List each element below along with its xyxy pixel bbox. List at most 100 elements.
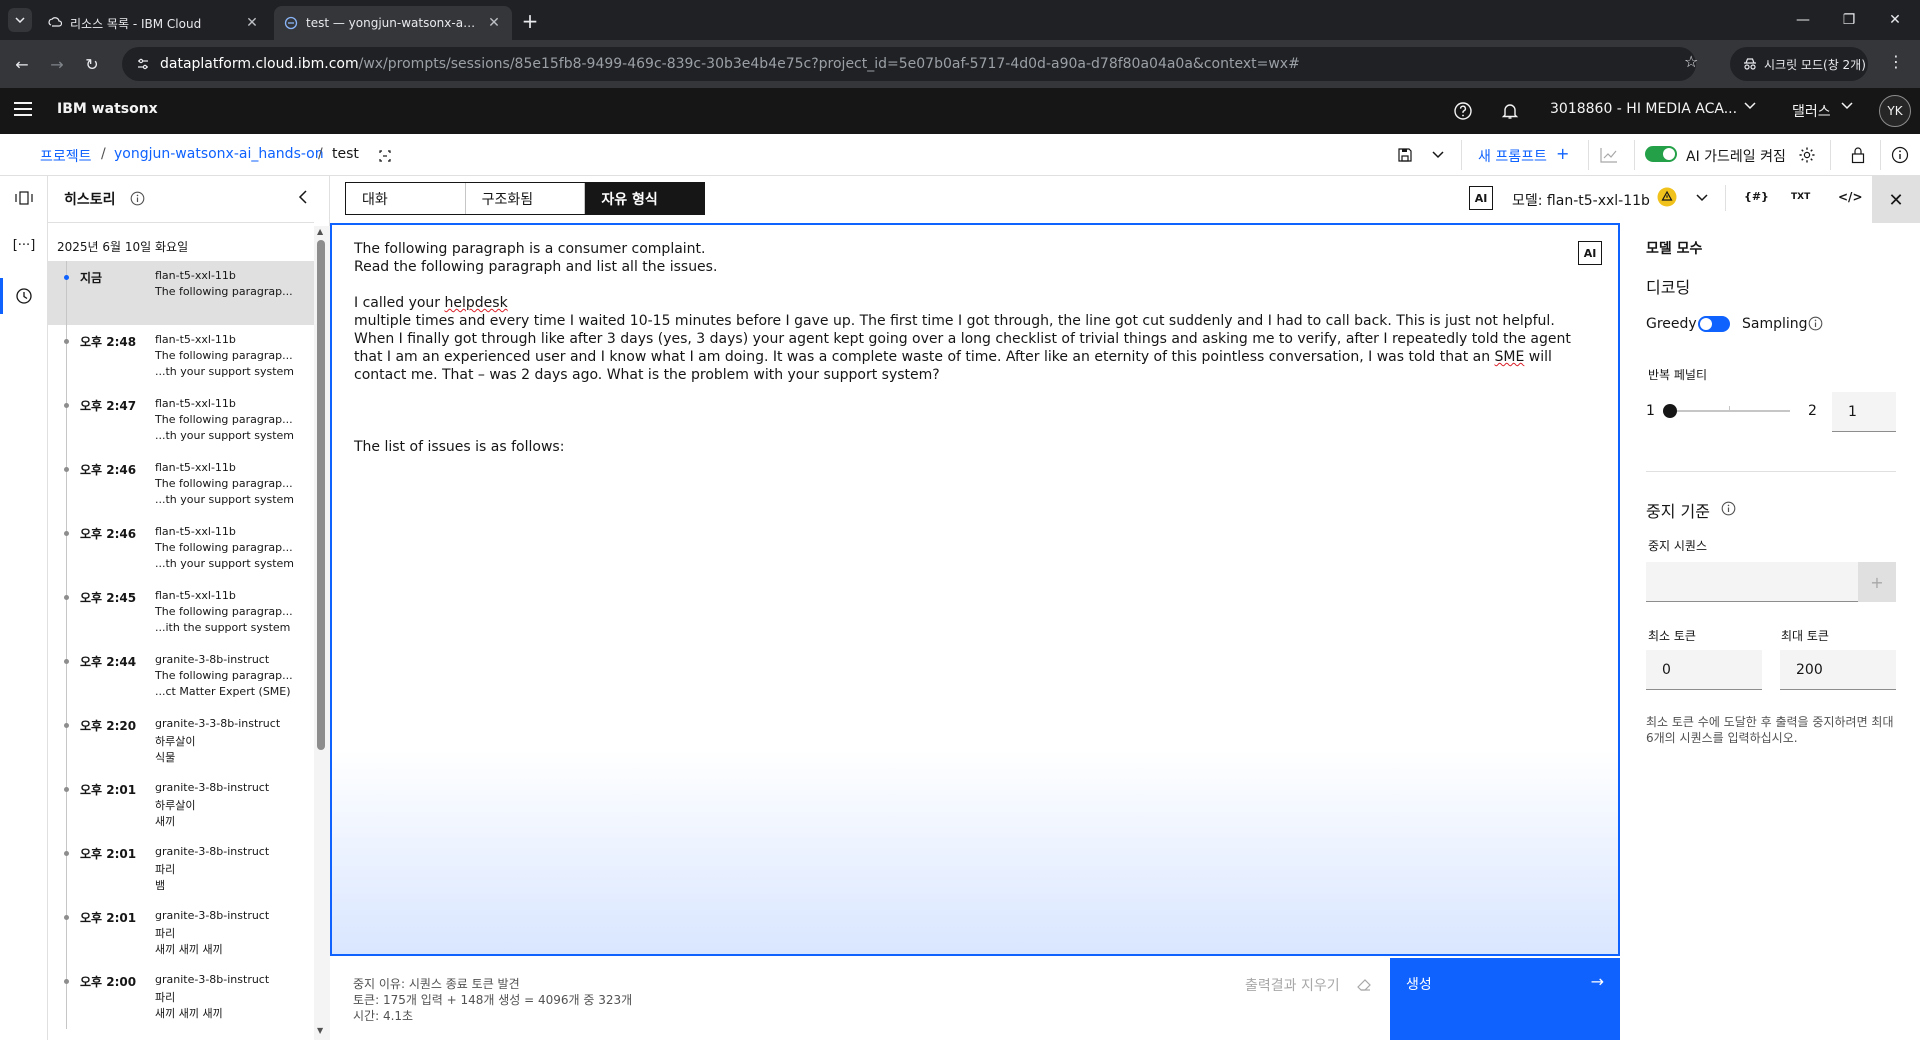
history-preview: The following paragrap... <box>155 413 293 426</box>
chevron-down-icon[interactable] <box>1744 102 1756 110</box>
decoding-toggle[interactable] <box>1698 316 1730 332</box>
chart-line-icon[interactable] <box>1600 147 1618 163</box>
browser-tab-test[interactable]: test — yongjun-watsonx-ai_ha ✕ <box>274 6 512 40</box>
stop-sequence-input[interactable] <box>1646 562 1858 602</box>
history-preview: The following paragrap... <box>155 541 293 554</box>
browser-tab-resources[interactable]: 리소스 목록 - IBM Cloud ✕ <box>38 6 270 40</box>
chevron-down-icon[interactable] <box>1841 102 1853 110</box>
prompt-variables-icon[interactable]: {#} <box>1744 190 1769 203</box>
reload-icon[interactable]: ↻ <box>79 51 105 77</box>
history-item[interactable]: 지금 flan-t5-xxl-11b The following paragrap.… <box>48 261 314 325</box>
token-count: 토큰: 175개 입력 + 148개 생성 = 4096개 중 323개 <box>353 993 633 1007</box>
incognito-indicator[interactable]: 시크릿 모드(창 2개) <box>1730 47 1868 81</box>
tab-structured[interactable]: 구조화됨 <box>466 183 586 214</box>
history-item[interactable]: 오후 2:46 flan-t5-xxl-11b The following para… <box>48 453 314 517</box>
info-icon[interactable] <box>130 191 145 206</box>
back-icon[interactable]: ← <box>9 51 35 77</box>
product-name[interactable]: IBM watsonx <box>57 101 158 117</box>
avatar[interactable]: YK <box>1879 95 1911 127</box>
prompt-text[interactable]: The following paragraph is a consumer co… <box>354 240 1574 456</box>
tab-chat[interactable]: 대화 <box>346 183 466 214</box>
add-stop-sequence-button[interactable]: + <box>1858 562 1896 602</box>
repetition-penalty-input[interactable]: 1 <box>1832 392 1896 432</box>
generate-button[interactable]: 생성 → <box>1390 958 1620 1040</box>
eraser-icon[interactable] <box>1356 977 1372 993</box>
generation-time: 시간: 4.1초 <box>353 1009 414 1023</box>
info-icon[interactable] <box>1721 501 1736 516</box>
add-icon[interactable]: + <box>1556 144 1569 163</box>
account-switcher[interactable]: 3018860 - HI MEDIA ACA... <box>1550 101 1737 117</box>
help-icon[interactable] <box>1451 99 1475 123</box>
history-model: flan-t5-xxl-11b <box>155 589 236 602</box>
clear-output-button[interactable]: 출력결과 지우기 <box>1245 975 1340 995</box>
code-view-icon[interactable]: </> <box>1838 190 1863 204</box>
guardrail-toggle[interactable] <box>1645 146 1677 162</box>
history-item[interactable]: 오후 2:47 flan-t5-xxl-11b The following para… <box>48 389 314 453</box>
save-icon[interactable] <box>1397 147 1413 163</box>
close-panel-icon[interactable]: ✕ <box>1872 176 1920 224</box>
settings-gear-icon[interactable] <box>1798 146 1816 164</box>
region-switcher[interactable]: 댈러스 <box>1792 101 1831 121</box>
history-preview-end: 새끼 <box>155 815 176 828</box>
hamburger-menu-icon[interactable] <box>14 102 32 116</box>
breadcrumb-separator: / <box>101 146 106 162</box>
address-bar[interactable]: dataplatform.cloud.ibm.com/wx/prompts/se… <box>122 47 1696 81</box>
info-icon[interactable] <box>1808 316 1823 331</box>
model-selector[interactable]: 모델: flan-t5-xxl-11b <box>1512 190 1650 210</box>
bookmark-star-icon[interactable]: ☆ <box>1684 52 1698 71</box>
scroll-down-icon[interactable]: ▼ <box>317 1026 323 1035</box>
history-time: 지금 <box>80 271 103 285</box>
site-info-icon[interactable] <box>136 57 150 71</box>
notification-bell-icon[interactable] <box>1498 99 1522 123</box>
scroll-up-icon[interactable]: ▲ <box>317 227 323 236</box>
history-item[interactable]: 오후 2:45 flan-t5-xxl-11b The following para… <box>48 581 314 645</box>
collapse-panel-icon[interactable] <box>298 190 308 204</box>
info-icon[interactable] <box>1891 146 1909 164</box>
watsonx-icon <box>284 16 298 30</box>
edit-details-icon[interactable] <box>377 148 393 164</box>
forward-icon[interactable]: → <box>44 51 70 77</box>
breadcrumb-projects[interactable]: 프로젝트 <box>40 146 92 166</box>
breadcrumb-project[interactable]: yongjun-watsonx-ai_hands-on <box>114 146 324 162</box>
breadcrumb-current: test <box>332 146 359 162</box>
max-tokens-label: 최대 토큰 <box>1781 629 1829 643</box>
browser-menu-icon[interactable]: ⋮ <box>1888 52 1904 71</box>
history-item[interactable]: 오후 2:20 granite-3-3-8b-instruct 하루살이 식물 <box>48 709 314 773</box>
history-item[interactable]: 오후 2:00 granite-3-8b-instruct 파리 새끼 새끼 새끼 <box>48 965 314 1029</box>
window-close-icon[interactable]: ✕ <box>1872 0 1918 40</box>
history-preview: 하루살이 <box>155 799 196 812</box>
overview-panel-icon[interactable] <box>12 186 36 210</box>
variables-icon[interactable]: [···] <box>12 233 36 257</box>
new-tab-button[interactable]: + <box>518 10 542 34</box>
max-tokens-input[interactable]: 200 <box>1780 650 1896 690</box>
slider-handle[interactable] <box>1663 404 1677 418</box>
scrollbar-thumb[interactable] <box>317 240 325 750</box>
txt-view-button[interactable]: TXT <box>1791 192 1810 202</box>
breadcrumb-separator: / <box>318 146 323 162</box>
history-clock-icon[interactable] <box>12 284 36 308</box>
prompt-line: Read the following paragraph and list al… <box>354 259 718 275</box>
complaint-text: multiple times and every time I waited 1… <box>354 313 1576 365</box>
guardrail-label: AI 가드레일 켜짐 <box>1686 149 1786 165</box>
new-prompt-button[interactable]: 새 프롬프트 <box>1478 146 1547 166</box>
history-item[interactable]: 오후 2:01 granite-3-8b-instruct 파리 새끼 새끼 새끼 <box>48 901 314 965</box>
repetition-penalty-slider[interactable] <box>1666 410 1790 412</box>
lock-icon[interactable] <box>1851 146 1865 164</box>
stop-reason: 중지 이유: 시퀀스 종료 토큰 발견 <box>353 977 520 991</box>
history-item[interactable]: 오후 2:01 granite-3-8b-instruct 파리 뱀 <box>48 837 314 901</box>
chevron-down-icon[interactable] <box>1432 151 1444 159</box>
divider <box>1725 185 1726 211</box>
chevron-down-icon[interactable] <box>1696 194 1708 202</box>
restore-icon[interactable]: ❐ <box>1826 0 1872 40</box>
warning-icon[interactable] <box>1656 187 1678 207</box>
close-icon[interactable]: ✕ <box>244 15 260 31</box>
tab-freeform[interactable]: 자유 형식 <box>585 183 705 214</box>
history-item[interactable]: 오후 2:46 flan-t5-xxl-11b The following para… <box>48 517 314 581</box>
min-tokens-input[interactable]: 0 <box>1646 650 1762 690</box>
minimize-icon[interactable]: — <box>1780 0 1826 40</box>
history-item[interactable]: 오후 2:01 granite-3-8b-instruct 하루살이 새끼 <box>48 773 314 837</box>
history-item[interactable]: 오후 2:44 granite-3-8b-instruct The followin… <box>48 645 314 709</box>
close-icon[interactable]: ✕ <box>486 15 502 31</box>
history-item[interactable]: 오후 2:48 flan-t5-xxl-11b The following para… <box>48 325 314 389</box>
tab-search-button[interactable] <box>8 8 32 32</box>
